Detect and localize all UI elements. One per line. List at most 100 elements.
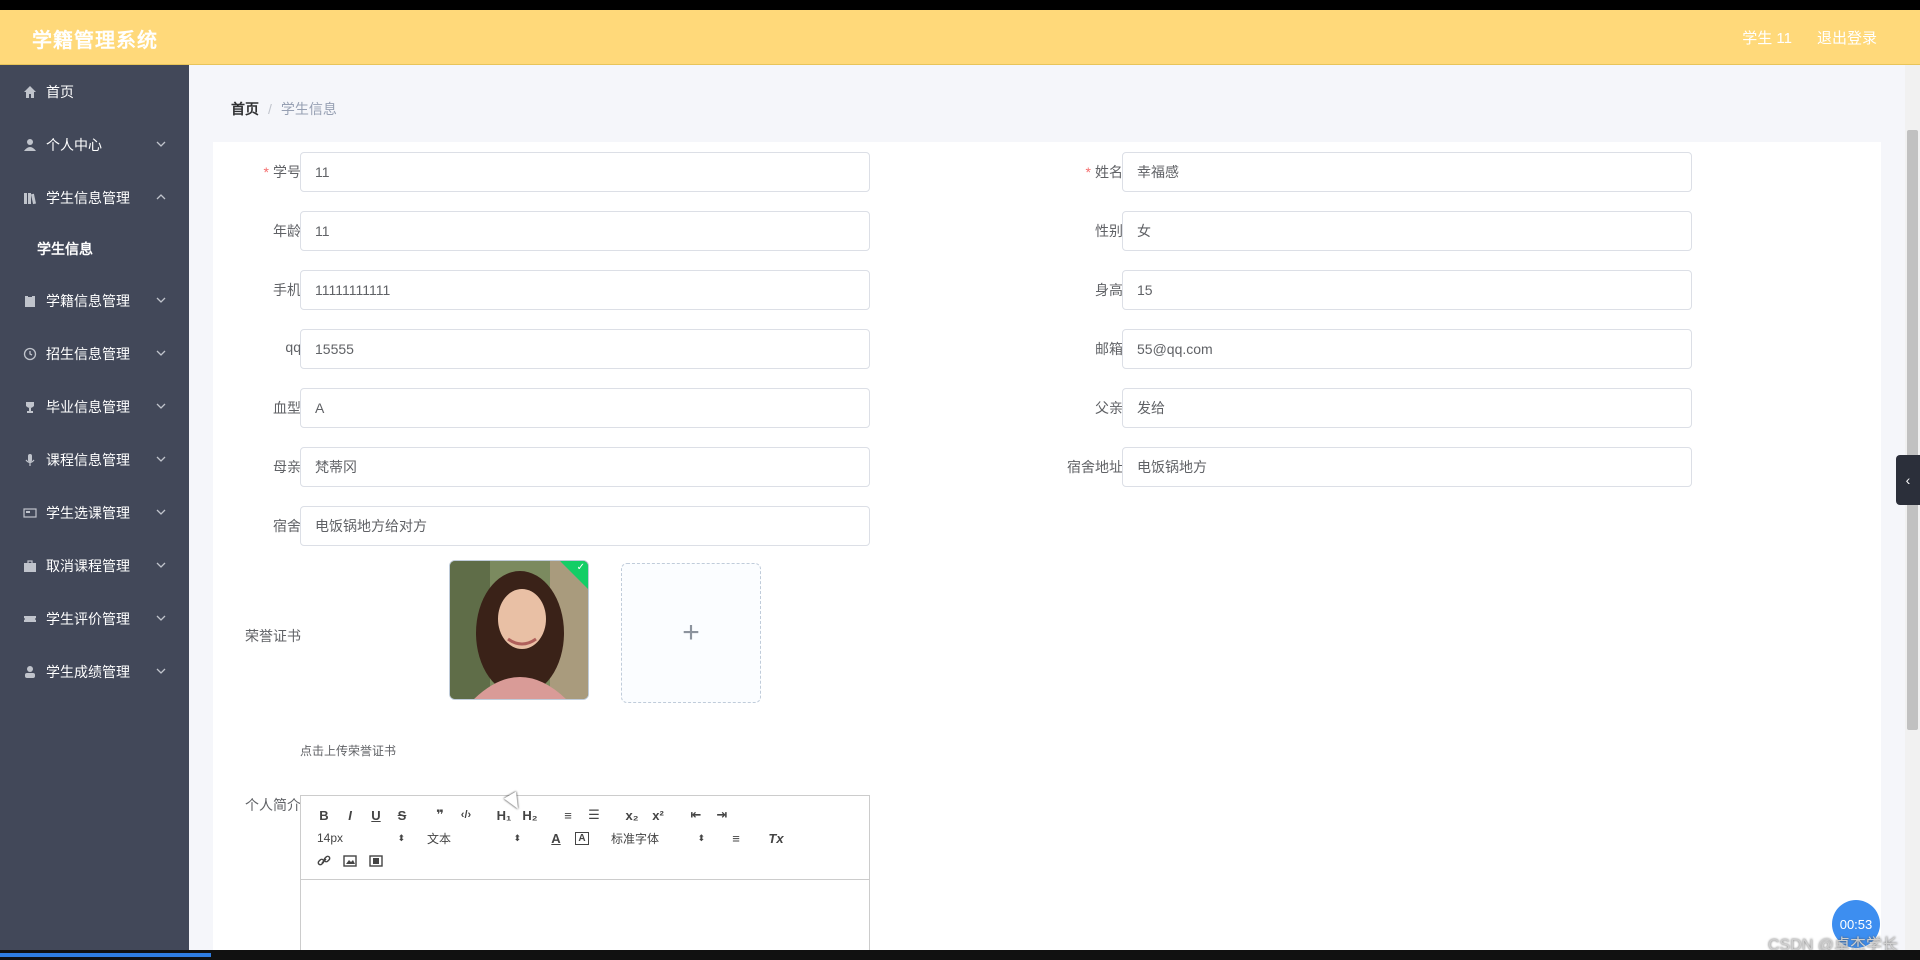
link-button[interactable] [311,850,337,872]
font-family-select[interactable]: 标准字体 ⬍ [611,827,709,849]
bullet-list-button[interactable]: ☰ [581,804,607,826]
chevron-down-icon [155,505,169,519]
chevron-down-icon [155,452,169,466]
breadcrumb: 首页 / 学生信息 [231,99,337,119]
breadcrumb-home[interactable]: 首页 [231,101,259,117]
video-button[interactable] [363,850,389,872]
text-color-button[interactable]: A [543,827,569,849]
clipboard-icon [22,293,38,309]
chevron-down-icon [155,558,169,572]
image-icon [343,855,357,867]
portrait-image [450,561,588,699]
upload-add-button[interactable]: + [621,563,761,703]
height-input[interactable] [1122,270,1692,310]
dorm-address-label: 宿舍地址 [1067,459,1123,475]
toolbar-row-formatting: B I U S ❞ ‹/› H₁ H₂ ≡ ☰ x₂ x² ⇤ ⇥ [311,804,859,826]
italic-button[interactable]: I [337,804,363,826]
header2-button[interactable]: H₂ [517,804,543,826]
toolbar-row-media [311,850,859,872]
sidebar-item-graduation[interactable]: 毕业信息管理 [0,380,189,433]
sidebar-item-admissions[interactable]: 招生信息管理 [0,327,189,380]
sidebar-item-evaluation[interactable]: 学生评价管理 [0,592,189,645]
dorm-input[interactable] [300,506,870,546]
video-icon [369,855,383,867]
ordered-list-button[interactable]: ≡ [555,804,581,826]
age-input[interactable] [300,211,870,251]
editor-content-area[interactable] [301,880,869,950]
sidebar-item-courses[interactable]: 课程信息管理 [0,433,189,486]
blockquote-button[interactable]: ❞ [427,804,453,826]
code-block-button[interactable]: ‹/› [453,804,479,826]
qq-input[interactable] [300,329,870,369]
student-id-input[interactable] [300,152,870,192]
student-id-label: * 学号 [263,164,301,180]
sidebar-item-profile[interactable]: 个人中心 [0,118,189,171]
align-button[interactable]: ≡ [723,827,749,849]
sidebar-item-label: 学籍信息管理 [46,292,130,309]
app-frame: 学籍管理系统 学生 11 退出登录 首页 个人中心 学生信息管理 学生信息 学籍… [0,10,1920,950]
toolbar-row-styles: 14px ⬍ 文本 ⬍ A A 标准字体 ⬍ ≡ Tx [311,827,859,849]
subscript-button[interactable]: x₂ [619,804,645,826]
chevron-down-icon [155,611,169,625]
background-color-button[interactable]: A [569,827,595,849]
sidebar-item-label: 学生信息管理 [46,189,130,206]
sidebar-item-course-cancel[interactable]: 取消课程管理 [0,539,189,592]
name-input[interactable] [1122,152,1692,192]
sidebar-item-label: 招生信息管理 [46,345,130,362]
ticket-icon [22,611,38,627]
check-icon: ✓ [576,562,585,573]
breadcrumb-separator: / [268,101,272,117]
sidebar-item-label: 取消课程管理 [46,557,130,574]
rich-text-editor: B I U S ❞ ‹/› H₁ H₂ ≡ ☰ x₂ x² ⇤ ⇥ 14px ⬍… [300,795,870,950]
sidebar: 首页 个人中心 学生信息管理 学生信息 学籍信息管理 招生信息管理 毕业信息管理 [0,65,189,950]
certificate-thumbnail[interactable]: ✓ [449,560,589,700]
sidebar-item-home[interactable]: 首页 [0,65,189,118]
phone-label: 手机 [273,282,301,298]
link-icon [317,855,331,866]
strike-button[interactable]: S [389,804,415,826]
chevron-down-icon [155,293,169,307]
age-label: 年龄 [273,223,301,239]
student-form: *学号 *姓名 年龄 性别 手机 身高 qq 邮箱 血型 父亲 [213,142,1881,950]
father-label: 父亲 [1095,400,1123,416]
top-header: 学籍管理系统 学生 11 退出登录 [0,10,1920,65]
gender-input[interactable] [1122,211,1692,251]
indent-button[interactable]: ⇥ [709,804,735,826]
microphone-icon [22,452,38,468]
underline-button[interactable]: U [363,804,389,826]
scrollbar-thumb[interactable] [1907,130,1918,730]
video-progress-fill [0,953,212,957]
home-icon [22,84,38,100]
sidebar-item-enrollment-status[interactable]: 学籍信息管理 [0,274,189,327]
clean-format-button[interactable]: Tx [763,827,789,849]
mother-input[interactable] [300,447,870,487]
father-input[interactable] [1122,388,1692,428]
page-scrollbar[interactable] [1905,65,1920,950]
video-progress-bar[interactable] [0,950,1920,960]
mother-label: 母亲 [273,459,301,475]
sidebar-item-label: 毕业信息管理 [46,398,130,415]
sidebar-subitem-student-info[interactable]: 学生信息 [0,224,189,274]
side-collapse-tab[interactable]: ‹ [1896,455,1920,505]
logout-link[interactable]: 退出登录 [1817,27,1877,48]
trophy-icon [22,399,38,415]
phone-input[interactable] [300,270,870,310]
blood-type-input[interactable] [300,388,870,428]
header-select[interactable]: 文本 ⬍ [427,827,525,849]
select-arrows-icon: ⬍ [397,832,405,843]
email-input[interactable] [1122,329,1692,369]
bold-button[interactable]: B [311,804,337,826]
superscript-button[interactable]: x² [645,804,671,826]
select-arrows-icon: ⬍ [513,832,521,843]
outdent-button[interactable]: ⇤ [683,804,709,826]
sidebar-item-student-info-management[interactable]: 学生信息管理 [0,171,189,224]
chevron-down-icon [155,346,169,360]
sidebar-item-course-selection[interactable]: 学生选课管理 [0,486,189,539]
person-icon [22,664,38,680]
font-size-select[interactable]: 14px ⬍ [311,827,409,849]
image-button[interactable] [337,850,363,872]
select-arrows-icon: ⬍ [697,832,705,843]
dorm-address-input[interactable] [1122,447,1692,487]
certificate-label: 荣誉证书 [245,628,301,644]
sidebar-item-grades[interactable]: 学生成绩管理 [0,645,189,698]
